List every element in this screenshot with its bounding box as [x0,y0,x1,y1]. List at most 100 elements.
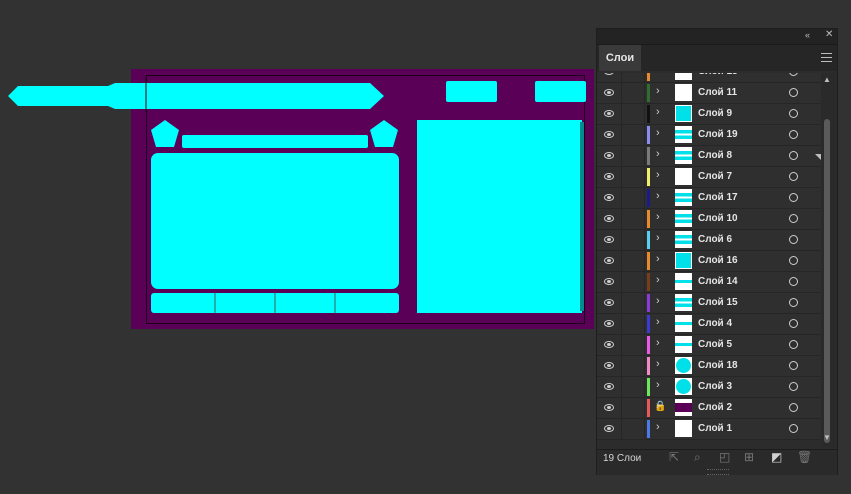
layer-name[interactable]: Слой 3 [698,381,732,392]
visibility-toggle[interactable] [597,209,622,229]
layer-name[interactable]: Слой 7 [698,171,732,182]
target-circle-icon[interactable] [789,277,798,286]
layer-row[interactable]: › Слой 19 [597,125,821,146]
target-circle-icon[interactable] [789,193,798,202]
layer-name[interactable]: Слой 14 [698,276,738,287]
layer-row[interactable]: › Слой 10 [597,209,821,230]
scroll-up-icon[interactable]: ▲ [823,75,831,84]
visibility-toggle[interactable] [597,419,622,439]
target-circle-icon[interactable] [789,235,798,244]
expand-chevron-icon[interactable]: › [656,274,660,286]
expand-chevron-icon[interactable]: › [656,169,660,181]
expand-chevron-icon[interactable]: › [656,232,660,244]
delete-icon[interactable]: 🗑 [797,450,812,464]
target-circle-icon[interactable] [789,298,798,307]
collapse-icon[interactable]: « [805,30,810,40]
lock-toggle[interactable] [622,293,645,313]
visibility-toggle[interactable] [597,146,622,166]
lock-toggle[interactable]: 🔒 [622,398,666,418]
expand-chevron-icon[interactable]: › [656,106,660,118]
visibility-toggle[interactable] [597,293,622,313]
expand-chevron-icon[interactable]: › [656,148,660,160]
expand-chevron-icon[interactable]: › [656,316,660,328]
resize-grip[interactable] [707,469,729,475]
new-layer-icon[interactable]: ◩ [771,450,782,464]
artwork-shapes[interactable] [0,0,600,340]
lock-toggle[interactable] [622,73,645,82]
target-circle-icon[interactable] [789,73,798,76]
layer-name[interactable]: Слой 15 [698,297,738,308]
expand-chevron-icon[interactable]: › [656,421,660,433]
layer-name[interactable]: Слой 18 [698,360,738,371]
lock-toggle[interactable] [622,104,645,124]
target-circle-icon[interactable] [789,319,798,328]
target-circle-icon[interactable] [789,172,798,181]
visibility-toggle[interactable] [597,251,622,271]
lock-toggle[interactable] [622,419,645,439]
visibility-toggle[interactable] [597,230,622,250]
expand-chevron-icon[interactable]: › [656,253,660,265]
expand-chevron-icon[interactable]: › [656,379,660,391]
panel-menu-icon[interactable] [821,53,832,65]
layer-row[interactable]: › Слой 1 [597,419,821,440]
target-circle-icon[interactable] [789,130,798,139]
visibility-toggle[interactable] [597,356,622,376]
target-circle-icon[interactable] [789,361,798,370]
layer-name[interactable]: Слой 8 [698,150,732,161]
layer-row[interactable]: › Слой 6 [597,230,821,251]
layer-row[interactable]: › Слой 13 [597,73,821,83]
layer-name[interactable]: Слой 17 [698,192,738,203]
scrollbar-thumb[interactable] [824,119,830,443]
target-circle-icon[interactable] [789,214,798,223]
layer-row[interactable]: › Слой 16 [597,251,821,272]
panel-title-bar[interactable] [597,29,837,45]
lock-toggle[interactable] [622,209,645,229]
visibility-toggle[interactable] [597,398,622,418]
layer-row[interactable]: 🔒 › Слой 2 [597,398,821,419]
visibility-toggle[interactable] [597,314,622,334]
target-circle-icon[interactable] [789,424,798,433]
layer-row[interactable]: › Слой 4 [597,314,821,335]
lock-toggle[interactable] [622,314,645,334]
lock-toggle[interactable] [622,167,645,187]
layer-name[interactable]: Слой 11 [698,87,737,98]
layer-row[interactable]: › Слой 18 [597,356,821,377]
layer-name[interactable]: Слой 13 [698,73,738,77]
lock-toggle[interactable] [622,356,645,376]
layer-row[interactable]: › Слой 5 [597,335,821,356]
lock-toggle[interactable] [622,146,645,166]
expand-chevron-icon[interactable]: › [656,73,660,76]
expand-chevron-icon[interactable]: › [656,358,660,370]
visibility-toggle[interactable] [597,377,622,397]
target-circle-icon[interactable] [789,382,798,391]
layer-name[interactable]: Слой 16 [698,255,738,266]
expand-chevron-icon[interactable]: › [656,190,660,202]
scroll-down-icon[interactable]: ▼ [823,433,831,442]
expand-chevron-icon[interactable]: › [656,400,660,412]
layer-name[interactable]: Слой 5 [698,339,732,350]
layer-row[interactable]: › Слой 8 [597,146,821,167]
target-circle-icon[interactable] [789,109,798,118]
layer-row[interactable]: › Слой 9 [597,104,821,125]
visibility-toggle[interactable] [597,83,622,103]
layer-name[interactable]: Слой 19 [698,129,738,140]
layer-name[interactable]: Слой 1 [698,423,732,434]
clip-mask-icon[interactable]: ◰ [719,450,730,464]
visibility-toggle[interactable] [597,167,622,187]
expand-chevron-icon[interactable]: › [656,295,660,307]
layer-name[interactable]: Слой 2 [698,402,732,413]
visibility-toggle[interactable] [597,335,622,355]
lock-toggle[interactable] [622,251,645,271]
lock-toggle[interactable] [622,230,645,250]
close-icon[interactable]: ✕ [825,29,833,40]
layer-row[interactable]: › Слой 15 [597,293,821,314]
layer-row[interactable]: › Слой 17 [597,188,821,209]
layer-row[interactable]: › Слой 7 [597,167,821,188]
target-circle-icon[interactable] [789,340,798,349]
layer-name[interactable]: Слой 6 [698,234,732,245]
target-circle-icon[interactable] [789,256,798,265]
lock-toggle[interactable] [622,377,645,397]
visibility-toggle[interactable] [597,104,622,124]
expand-chevron-icon[interactable]: › [656,85,660,97]
new-sublayer-icon[interactable]: ⊞ [744,450,754,464]
